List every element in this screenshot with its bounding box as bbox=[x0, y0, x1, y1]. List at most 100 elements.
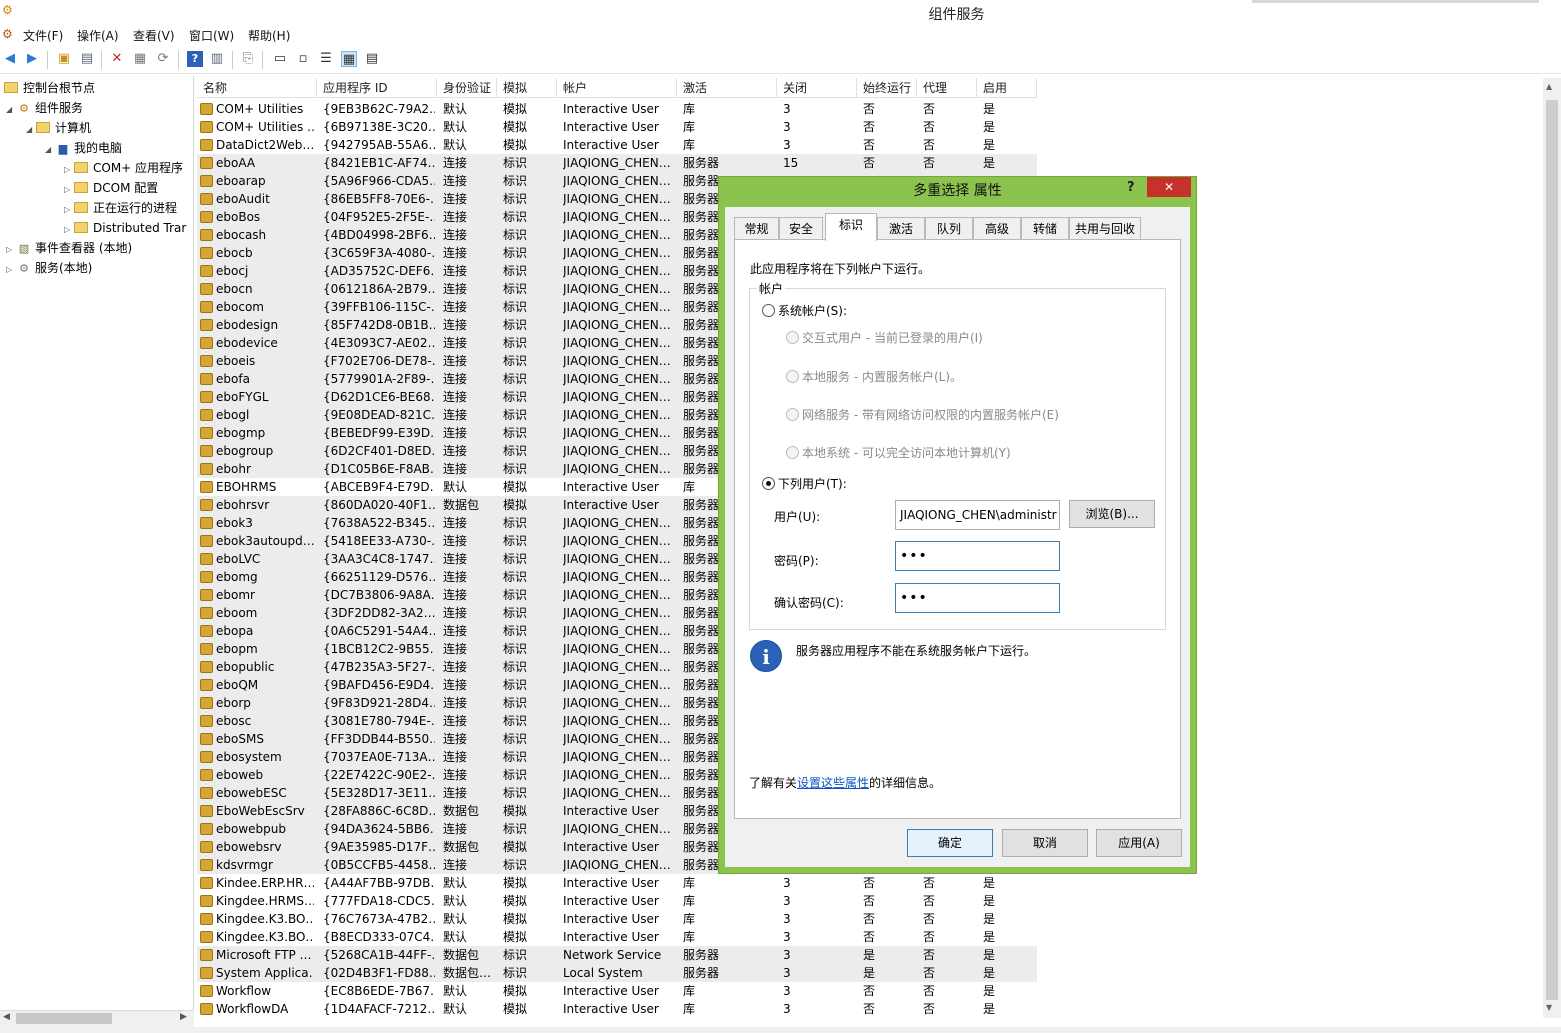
column-header[interactable]: 激活 bbox=[677, 78, 777, 98]
collapse-arrow-icon[interactable]: ◢ bbox=[6, 100, 16, 120]
menu-action[interactable]: 操作(A) bbox=[77, 27, 119, 44]
expand-arrow-icon[interactable]: ▷ bbox=[64, 200, 74, 220]
tab-pooling-recycling[interactable]: 共用与回收 bbox=[1069, 217, 1141, 240]
tree-node-my-computer[interactable]: ◢ ▆ 我的电脑 bbox=[45, 138, 122, 158]
user-field[interactable]: JIAQIONG_CHEN\administr bbox=[895, 500, 1060, 530]
dialog-help-button[interactable]: ? bbox=[1127, 180, 1135, 195]
delete-icon[interactable]: ✕ bbox=[109, 51, 125, 67]
action-pane-icon[interactable]: ▥ bbox=[209, 51, 225, 67]
export-list-icon[interactable]: ⎘ bbox=[240, 51, 256, 67]
tree-node-dcom[interactable]: ▷ DCOM 配置 bbox=[64, 178, 158, 198]
system-account-radio[interactable] bbox=[762, 304, 775, 317]
table-row[interactable]: System Applica… {02D4B3F1-FD88… 数据包… 标识 Loca… bbox=[197, 964, 1037, 982]
column-header[interactable]: 代理 bbox=[917, 78, 977, 98]
show-hide-tree-icon[interactable]: ▤ bbox=[79, 51, 95, 67]
table-row[interactable]: WorkflowDA {1D4AFACF-7212… 默认 模拟 Interactive… bbox=[197, 1000, 1037, 1018]
table-row[interactable]: Kingdee.HRMS… {777FDA18-CDC5… 默认 模拟 Interact… bbox=[197, 892, 1037, 910]
table-row[interactable]: COM+ Utilities … {6B97138E-3C20… 默认 模拟 Inter… bbox=[197, 118, 1037, 136]
column-header[interactable]: 始终运行 bbox=[857, 78, 917, 98]
cancel-button[interactable]: 取消 bbox=[1002, 829, 1088, 857]
confirm-password-field[interactable]: ••• bbox=[895, 583, 1060, 613]
expand-arrow-icon[interactable]: ▷ bbox=[64, 220, 74, 240]
scroll-thumb[interactable] bbox=[16, 1013, 112, 1024]
local-service-radio[interactable] bbox=[786, 370, 799, 383]
forward-icon[interactable]: ▶ bbox=[24, 51, 40, 67]
dialog-close-button[interactable]: ✕ bbox=[1147, 177, 1191, 197]
table-row[interactable]: Workflow {EC8B6EDE-7B67… 默认 模拟 Interactive U… bbox=[197, 982, 1037, 1000]
local-system-radio[interactable] bbox=[786, 446, 799, 459]
tree-node-services[interactable]: ▷ ⚙ 服务(本地) bbox=[6, 258, 92, 278]
small-icons-icon[interactable]: ▫ bbox=[295, 51, 311, 67]
apply-button[interactable]: 应用(A) bbox=[1096, 829, 1182, 857]
column-header[interactable]: 帐户 bbox=[557, 78, 677, 98]
password-field[interactable]: ••• bbox=[895, 541, 1060, 571]
table-cell: 标识 bbox=[503, 318, 528, 332]
expand-arrow-icon[interactable]: ▷ bbox=[64, 180, 74, 200]
this-user-radio[interactable] bbox=[762, 477, 775, 490]
table-row[interactable]: DataDict2Web… {942795AB-55A6… 默认 模拟 Interact… bbox=[197, 136, 1037, 154]
scroll-right-icon[interactable]: ▶ bbox=[180, 1012, 187, 1022]
system-menu-icon[interactable]: ⚙ bbox=[2, 27, 13, 41]
tab-activation[interactable]: 激活 bbox=[877, 217, 925, 240]
tree-node-root[interactable]: 控制台根节点 bbox=[4, 78, 95, 98]
list-view-icon[interactable]: ☰ bbox=[318, 51, 334, 67]
menu-window[interactable]: 窗口(W) bbox=[189, 27, 234, 44]
toolbar-separator bbox=[47, 51, 48, 69]
tree-horizontal-scrollbar[interactable]: ◀ ▶ bbox=[0, 1010, 194, 1027]
refresh-icon[interactable]: ⟳ bbox=[155, 51, 171, 67]
interactive-user-radio[interactable] bbox=[786, 331, 799, 344]
expand-arrow-icon[interactable]: ▷ bbox=[6, 240, 16, 260]
tab-queuing[interactable]: 队列 bbox=[925, 217, 973, 240]
up-folder-icon[interactable]: ▣ bbox=[56, 51, 72, 67]
column-header[interactable]: 启用 bbox=[977, 78, 1037, 98]
tab-general[interactable]: 常规 bbox=[734, 217, 779, 240]
table-row[interactable]: eboAA {8421EB1C-AF74… 连接 标识 JIAQIONG_CHEN… 服务… bbox=[197, 154, 1037, 172]
tab-identity[interactable]: 标识 bbox=[825, 213, 877, 241]
table-cell: 模拟 bbox=[503, 102, 528, 116]
scroll-thumb[interactable] bbox=[1546, 100, 1558, 1000]
scroll-left-icon[interactable]: ◀ bbox=[3, 1012, 10, 1022]
browse-button[interactable]: 浏览(B)... bbox=[1069, 500, 1155, 528]
tree-node-running-processes[interactable]: ▷ 正在运行的进程 bbox=[64, 198, 177, 218]
expand-arrow-icon[interactable]: ▷ bbox=[64, 160, 74, 180]
tab-security[interactable]: 安全 bbox=[779, 217, 823, 240]
status-view-icon[interactable]: ▤ bbox=[364, 51, 380, 67]
table-row[interactable]: Microsoft FTP … {5268CA1B-44FF-… 数据包 标识 Netw… bbox=[197, 946, 1037, 964]
collapse-arrow-icon[interactable]: ◢ bbox=[45, 140, 55, 160]
back-icon[interactable]: ◀ bbox=[2, 51, 18, 67]
list-vertical-scrollbar[interactable]: ▲ ▼ bbox=[1543, 78, 1561, 1018]
table-row[interactable]: Kindee.ERP.HR… {A44AF7BB-97DB… 默认 模拟 Interac… bbox=[197, 874, 1037, 892]
menu-file[interactable]: 文件(F) bbox=[23, 27, 63, 44]
scroll-up-icon[interactable]: ▲ bbox=[1546, 82, 1552, 91]
tab-advanced[interactable]: 高级 bbox=[973, 217, 1021, 240]
column-header[interactable]: 关闭 bbox=[777, 78, 857, 98]
scroll-down-icon[interactable]: ▼ bbox=[1546, 1003, 1552, 1012]
menu-help[interactable]: 帮助(H) bbox=[248, 27, 290, 44]
column-header[interactable]: 模拟 bbox=[497, 78, 557, 98]
menu-view[interactable]: 查看(V) bbox=[133, 27, 175, 44]
detail-view-icon[interactable]: ▦ bbox=[341, 51, 357, 67]
column-header[interactable]: 名称 bbox=[197, 78, 317, 98]
column-header[interactable]: 身份验证 bbox=[437, 78, 497, 98]
network-service-radio[interactable] bbox=[786, 408, 799, 421]
table-row[interactable]: Kingdee.K3.BO… {76C7673A-47B2… 默认 模拟 Interac… bbox=[197, 910, 1037, 928]
table-cell: Interactive User bbox=[563, 840, 659, 854]
tree-node-com-apps[interactable]: ▷ COM+ 应用程序 bbox=[64, 158, 183, 178]
table-cell: {B8ECD333-07C4… bbox=[323, 930, 435, 944]
large-icons-icon[interactable]: ▭ bbox=[272, 51, 288, 67]
learn-more-link[interactable]: 设置这些属性 bbox=[797, 776, 869, 790]
tree-node-component-services[interactable]: ◢ ⚙ 组件服务 bbox=[6, 98, 83, 118]
tree-node-event-viewer[interactable]: ▷ ▧ 事件查看器 (本地) bbox=[6, 238, 132, 258]
ok-button[interactable]: 确定 bbox=[907, 829, 993, 857]
tree-node-computers[interactable]: ◢ 计算机 bbox=[26, 118, 91, 138]
toolbar-separator bbox=[262, 51, 263, 69]
tab-dump[interactable]: 转储 bbox=[1021, 217, 1069, 240]
table-row[interactable]: Kingdee.K3.BO… {B8ECD333-07C4… 默认 模拟 Interac… bbox=[197, 928, 1037, 946]
properties-icon[interactable]: ▦ bbox=[132, 51, 148, 67]
tree-node-distributed[interactable]: ▷ Distributed Trar bbox=[64, 218, 186, 238]
expand-arrow-icon[interactable]: ▷ bbox=[6, 260, 16, 280]
collapse-arrow-icon[interactable]: ◢ bbox=[26, 120, 36, 140]
help-icon[interactable]: ? bbox=[187, 51, 203, 67]
column-header[interactable]: 应用程序 ID bbox=[317, 78, 437, 98]
table-row[interactable]: COM+ Utilities {9EB3B62C-79A2… 默认 模拟 Interac… bbox=[197, 100, 1037, 118]
